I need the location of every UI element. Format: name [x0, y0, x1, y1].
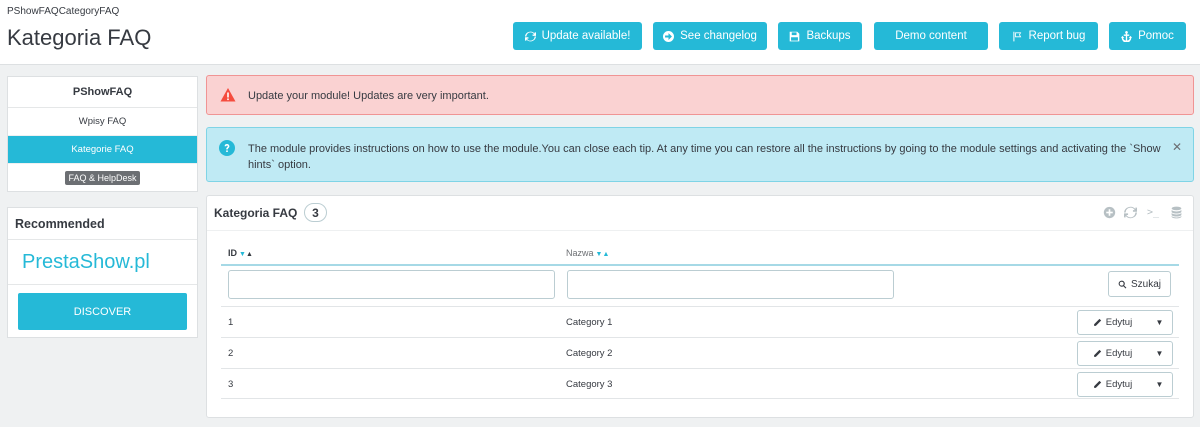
backups-button[interactable]: Backups — [778, 22, 862, 50]
refresh-icon — [524, 31, 536, 41]
column-header-label: ID — [228, 248, 237, 258]
pencil-icon — [1093, 349, 1101, 357]
discover-button[interactable]: DISCOVER — [18, 293, 187, 330]
row-id: 3 — [228, 379, 234, 390]
row-id: 2 — [228, 348, 234, 359]
sidebar-item-faq-entries[interactable]: Wpisy FAQ — [8, 108, 197, 136]
help-button[interactable]: Pomoc — [1109, 22, 1186, 50]
panel-title: Kategoria FAQ — [214, 206, 298, 220]
update-alert-text: Update your module! Updates are very imp… — [248, 90, 489, 102]
see-changelog-label: See changelog — [680, 30, 757, 42]
sidebar-item-faq-helpdesk[interactable]: FAQ & HelpDesk — [8, 164, 197, 192]
hint-alert: The module provides instructions on how … — [206, 127, 1194, 182]
edit-button-label: Edytuj — [1105, 379, 1133, 390]
edit-button[interactable]: Edytuj — [1078, 373, 1147, 396]
prestashow-logo[interactable]: PrestaShow.pl — [22, 251, 150, 274]
table-row[interactable]: 1 Category 1 Edytuj ▼ — [221, 306, 1179, 337]
panel-heading: Kategoria FAQ 3 >_ — [207, 196, 1193, 231]
chevron-down-icon[interactable]: ▼ — [1147, 373, 1172, 396]
count-badge: 3 — [304, 203, 327, 222]
module-menu: PShowFAQ Wpisy FAQ Kategorie FAQ FAQ & H… — [7, 76, 198, 192]
page-title: Kategoria FAQ — [7, 25, 152, 50]
edit-button-label: Edytuj — [1105, 348, 1133, 359]
add-icon[interactable] — [1102, 205, 1116, 219]
arrow-circle-right-icon — [663, 30, 675, 42]
pencil-icon — [1093, 380, 1101, 388]
close-icon[interactable]: ✕ — [1172, 140, 1182, 154]
demo-content-label: Demo content — [895, 30, 967, 42]
module-menu-title: PShowFAQ — [8, 77, 197, 108]
column-header-label: Nazwa — [566, 248, 594, 258]
database-icon[interactable] — [1169, 205, 1183, 219]
update-available-button[interactable]: Update available! — [513, 22, 642, 50]
row-name: Category 2 — [566, 348, 613, 359]
save-icon — [790, 31, 800, 41]
refresh-icon[interactable] — [1123, 205, 1137, 219]
row-actions: Edytuj ▼ — [1077, 310, 1173, 335]
see-changelog-button[interactable]: See changelog — [653, 22, 767, 50]
pencil-icon — [1093, 318, 1101, 326]
category-list-panel: Kategoria FAQ 3 >_ ID ▼▲ Nazwa ▼▲ Szukaj 1… — [206, 195, 1194, 418]
filter-row: Szukaj — [221, 266, 1179, 306]
edit-button[interactable]: Edytuj — [1078, 342, 1147, 365]
chevron-down-icon[interactable]: ▼ — [1147, 342, 1172, 365]
sidebar-item-label: Kategorie FAQ — [71, 144, 134, 155]
row-id: 1 — [228, 317, 234, 328]
table-row[interactable]: 3 Category 3 Edytuj ▼ — [221, 368, 1179, 399]
edit-button-label: Edytuj — [1105, 317, 1133, 328]
search-button-label: Szukaj — [1130, 278, 1161, 290]
hint-alert-text: The module provides instructions on how … — [248, 143, 1161, 171]
report-bug-button[interactable]: Report bug — [999, 22, 1098, 50]
sidebar-item-label: FAQ & HelpDesk — [65, 171, 140, 185]
search-button[interactable]: Szukaj — [1108, 271, 1171, 297]
sort-arrows-icon[interactable]: ▼▲ — [239, 251, 253, 258]
update-available-label: Update available! — [541, 30, 631, 42]
column-header-id[interactable]: ID ▼▲ — [228, 248, 253, 258]
search-icon — [1118, 280, 1127, 289]
row-name: Category 3 — [566, 379, 613, 390]
row-name: Category 1 — [566, 317, 613, 328]
row-actions: Edytuj ▼ — [1077, 341, 1173, 366]
panel-toolbar: >_ — [1102, 205, 1183, 219]
id-filter-input[interactable] — [228, 270, 555, 299]
page-header: PShowFAQCategoryFAQ Kategoria FAQ Update… — [0, 0, 1200, 65]
name-filter-input[interactable] — [567, 270, 894, 299]
chevron-down-icon[interactable]: ▼ — [1147, 311, 1172, 334]
warning-icon — [220, 88, 236, 102]
sidebar-item-label: Wpisy FAQ — [78, 116, 127, 127]
table-row[interactable]: 2 Category 2 Edytuj ▼ — [221, 337, 1179, 368]
sql-query-icon[interactable]: >_ — [1144, 205, 1162, 219]
row-actions: Edytuj ▼ — [1077, 372, 1173, 397]
help-label: Pomoc — [1138, 30, 1174, 42]
anchor-icon — [1121, 30, 1133, 42]
sort-arrows-icon[interactable]: ▼▲ — [596, 251, 610, 258]
sidebar-item-faq-categories[interactable]: Kategorie FAQ — [8, 136, 197, 164]
demo-content-button[interactable]: Demo content — [874, 22, 988, 50]
report-bug-label: Report bug — [1028, 30, 1086, 42]
recommended-title: Recommended — [8, 208, 197, 240]
update-alert: Update your module! Updates are very imp… — [206, 75, 1194, 115]
edit-button[interactable]: Edytuj — [1078, 311, 1147, 334]
column-header-name[interactable]: Nazwa ▼▲ — [566, 248, 609, 258]
breadcrumb[interactable]: PShowFAQCategoryFAQ — [7, 6, 119, 17]
question-circle-icon — [219, 140, 235, 156]
divider — [8, 284, 197, 285]
recommended-box: Recommended PrestaShow.pl DISCOVER — [7, 207, 198, 338]
flag-icon — [1012, 31, 1021, 41]
backups-label: Backups — [806, 30, 851, 42]
